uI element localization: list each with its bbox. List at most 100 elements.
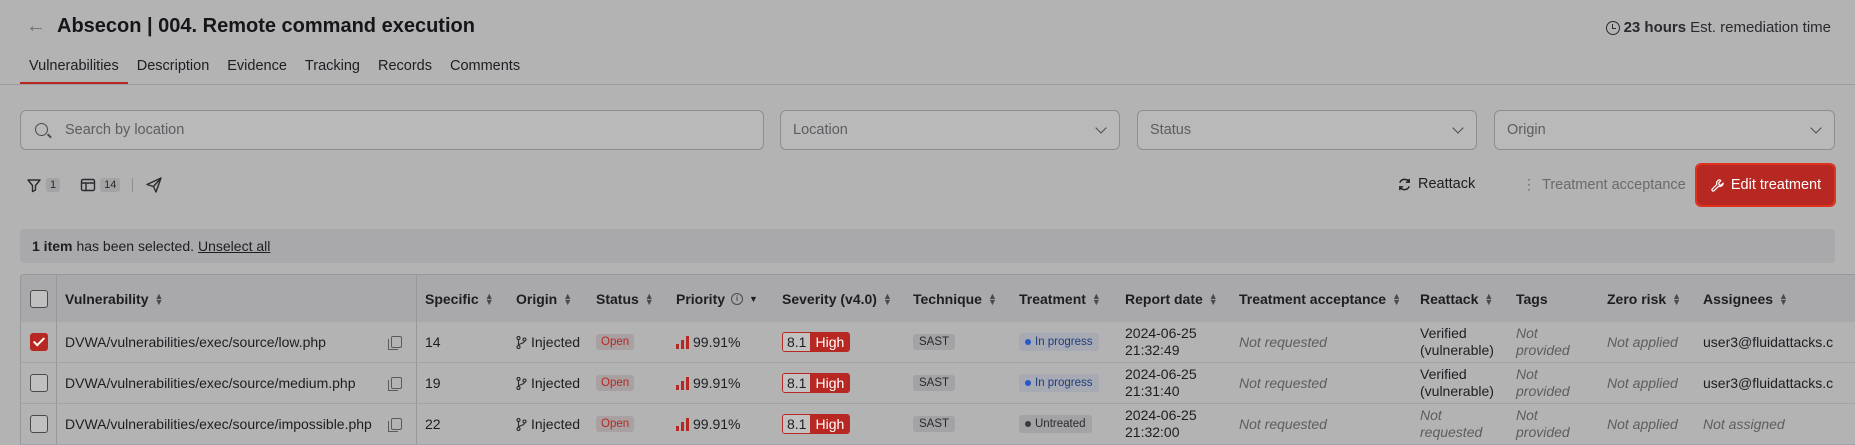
sort-icon: ▲ ▼ [1672,290,1682,307]
priority-bars-icon [676,335,689,349]
search-input[interactable]: Search by location [20,110,764,150]
row-checkbox[interactable] [29,374,48,392]
copy-icon[interactable] [388,377,402,391]
reattack-detail: (vulnerable) [1420,383,1494,399]
table-toolbar: 1 14 [26,176,163,194]
tags-detail: provided [1516,383,1570,399]
back-arrow-icon[interactable]: ← [26,16,46,37]
tab-records[interactable]: Records [369,52,441,84]
reattack-detail: (vulnerable) [1420,342,1494,358]
notify-button[interactable] [145,176,163,194]
severity-badge: 8.1 High [782,332,851,352]
tab-tracking[interactable]: Tracking [296,52,369,84]
clock-icon [1605,20,1620,35]
refresh-icon [1399,178,1410,190]
reattack-value: Verified [1420,366,1467,382]
edit-treatment-button[interactable]: Edit treatment [1695,163,1836,207]
row-checkbox[interactable] [29,415,48,433]
tab-vulnerabilities[interactable]: Vulnerabilities [20,52,128,84]
col-severity[interactable]: Severity (v4.0) ▲ ▼ [774,275,905,322]
technique-tag: SAST [913,416,956,432]
assignee-value: user3@fluidattacks.c [1703,375,1834,391]
sort-desc-icon: ▼ [749,293,758,304]
remediation-hours: 23 hours [1623,19,1687,36]
status-select-label: Status [1150,122,1192,138]
treatment-acceptance-label: Treatment acceptance [1542,176,1686,193]
report-time: 21:32:00 [1125,424,1180,440]
wrench-icon [1711,178,1724,192]
tabs-divider [0,84,1855,85]
table-row[interactable]: DVWA/vulnerabilities/exec/source/medium.… [20,363,1855,404]
columns-count: 14 [100,178,121,192]
treatment-acceptance-button[interactable]: ⋮ Treatment acceptance [1522,176,1686,193]
technique-tag: SAST [913,334,956,350]
tab-description[interactable]: Description [128,52,219,84]
treatment-tag: In progress [1019,374,1099,392]
status-select[interactable]: Status [1137,110,1477,150]
treatment-acceptance-value: Not requested [1239,375,1327,391]
sort-icon: ▲ ▼ [154,290,164,307]
table-row[interactable]: DVWA/vulnerabilities/exec/source/low.php… [20,322,1855,363]
search-icon [35,123,48,136]
col-assignees[interactable]: Assignees ▲ ▼ [1695,275,1855,322]
columns-button[interactable]: 14 [80,177,121,193]
severity-badge: 8.1 High [782,414,851,434]
zero-risk-value: Not applied [1607,334,1678,350]
col-vulnerability[interactable]: Vulnerability ▲ ▼ [57,275,417,322]
copy-icon[interactable] [388,336,402,350]
edit-treatment-label: Edit treatment [1730,177,1822,193]
col-status[interactable]: Status ▲ ▼ [588,275,668,322]
location-select[interactable]: Location [780,110,1120,150]
col-technique[interactable]: Technique ▲ ▼ [905,275,1011,322]
col-reattack[interactable]: Reattack ▲ ▼ [1412,275,1508,322]
tags-detail: provided [1516,342,1570,358]
sort-icon: ▲ ▼ [563,290,573,307]
col-report-date[interactable]: Report date ▲ ▼ [1117,275,1231,322]
copy-icon[interactable] [388,418,402,432]
selection-text: has been selected. [76,238,194,254]
select-all-checkbox[interactable] [29,289,48,308]
priority-value: 99.91% [693,334,741,350]
specific-cell: 14 [425,334,441,350]
filter-count: 1 [46,178,61,192]
report-time: 21:31:40 [1125,383,1180,399]
sort-icon: ▲ ▼ [1091,290,1101,307]
filter-button[interactable]: 1 [26,177,61,193]
send-icon [146,177,163,193]
chevron-down-icon [1095,122,1107,134]
col-specific[interactable]: Specific ▲ ▼ [417,275,508,322]
reattack-value: Not [1420,407,1442,423]
col-treatment[interactable]: Treatment ▲ ▼ [1011,275,1117,322]
priority-bars-icon [676,417,689,431]
reattack-button[interactable]: Reattack [1397,176,1475,192]
table-header: Vulnerability ▲ ▼ Specific ▲ ▼ Origin ▲ ▼ Stat… [20,274,1855,322]
col-zero-risk[interactable]: Zero risk ▲ ▼ [1599,275,1695,322]
selection-count: 1 item [32,238,73,254]
zero-risk-value: Not applied [1607,375,1678,391]
priority-value: 99.91% [693,375,741,391]
status-badge: Open [596,416,635,432]
status-badge: Open [596,334,635,350]
remediation-label: Est. remediation time [1690,19,1831,36]
tab-comments[interactable]: Comments [441,52,529,84]
specific-cell: 19 [425,375,441,391]
sort-icon: ▲ ▼ [1484,290,1494,307]
severity-badge: 8.1 High [782,373,851,393]
vulnerability-location: DVWA/vulnerabilities/exec/source/medium.… [65,375,356,391]
tab-evidence[interactable]: Evidence [218,52,296,84]
report-date: 2024-06-25 [1125,407,1197,423]
col-tags[interactable]: Tags [1508,275,1599,322]
columns-icon [80,178,96,192]
status-badge: Open [596,375,635,391]
origin-select[interactable]: Origin [1494,110,1835,150]
col-origin[interactable]: Origin ▲ ▼ [508,275,588,322]
col-treatment-acceptance[interactable]: Treatment acceptance ▲ ▼ [1231,275,1412,322]
row-checkbox[interactable] [29,333,48,351]
col-priority[interactable]: Priority i ▼ [668,275,774,322]
table-row[interactable]: DVWA/vulnerabilities/exec/source/impossi… [20,404,1855,445]
unselect-all-link[interactable]: Unselect all [198,238,270,254]
assignee-value: Not assigned [1703,416,1785,432]
origin-value: Injected [531,334,581,350]
filter-icon [27,179,41,193]
sort-icon: ▲ ▼ [644,290,654,307]
